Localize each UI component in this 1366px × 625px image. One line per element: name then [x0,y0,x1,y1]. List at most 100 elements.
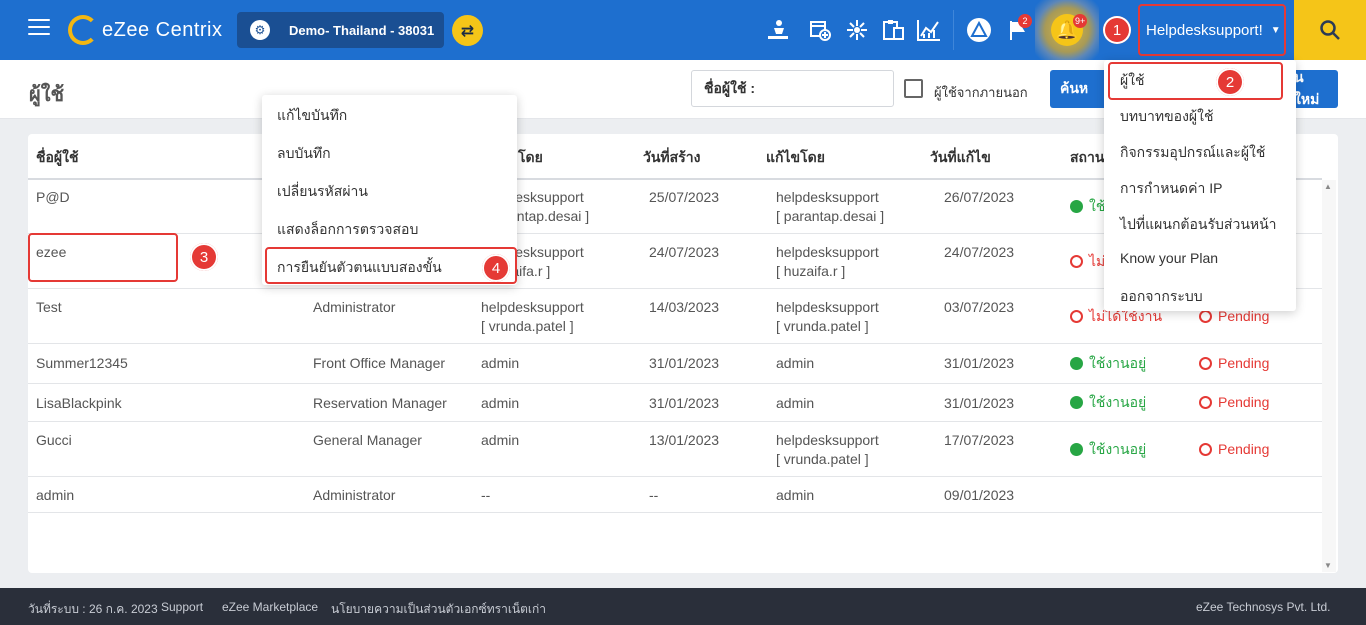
housekeeping-icon[interactable] [764,16,792,44]
status-badge: ไม่ [1070,252,1105,271]
cell-modified-by: admin [776,487,815,503]
row-divider [28,421,1322,422]
auth-status: Pending [1199,393,1269,412]
property-name: Demo- Thailand - 38031 [289,22,435,38]
auth-status: Pending [1199,354,1269,373]
menu-item-delete[interactable]: ลบบันทึก [277,143,331,165]
menu-item-change-password[interactable]: เปลี่ยนรหัสผ่าน [277,181,368,203]
external-users-checkbox[interactable] [904,79,923,98]
username-filter-input[interactable]: ชื่อผู้ใช้ : [691,70,894,107]
annotation-box-ezee [28,233,178,282]
cell-modified-by: helpdesksupport [776,299,879,315]
col-header-modified-date[interactable]: วันที่แก้ไข [930,147,991,169]
cell-created-by-sub: [ vrunda.patel ] [481,318,574,334]
col-header-username[interactable]: ชื่อผู้ใช้ [36,147,78,169]
cell-modified: 03/07/2023 [944,299,1015,315]
col-header-modified-by[interactable]: แก้ไขโดย [766,147,825,169]
bell-badge: 9+ [1073,14,1088,28]
footer-link-marketplace[interactable]: eZee Marketplace [222,600,318,614]
bell-highlight[interactable]: 🔔 9+ [1035,0,1099,60]
scroll-up-icon[interactable]: ▲ [1324,182,1332,191]
cell-username: Summer12345 [36,355,128,371]
topbar-divider [953,10,954,50]
dropdown-item-user-roles[interactable]: บทบาทของผู้ใช้ [1120,106,1213,128]
cell-username: admin [36,487,75,503]
logo-mark-icon [68,15,98,45]
caret-down-icon: ▼ [1270,24,1281,36]
search-icon[interactable] [1294,0,1366,60]
cell-username: Gucci [36,432,72,448]
calendar-add-icon[interactable] [806,16,834,44]
cell-role: Front Office Manager [313,355,446,371]
cell-modified: 09/01/2023 [944,487,1015,503]
property-selector[interactable]: ⚙ Demo- Thailand - 38031 [237,12,444,48]
cell-created-by: admin [481,432,520,448]
filter-label: ชื่อผู้ใช้ : [704,79,756,96]
dropdown-item-device-activity[interactable]: กิจกรรมอุปกรณ์และผู้ใช้ [1120,142,1265,164]
search-button[interactable]: ค้นห [1050,70,1110,108]
row-divider [28,512,1322,513]
logo[interactable]: eZee Centrix [68,14,223,46]
col-header-created-date[interactable]: วันที่สร้าง [643,147,700,169]
menu-item-audit-log[interactable]: แสดงล็อกการตรวจสอบ [277,219,418,241]
network-icon[interactable] [843,16,871,44]
cell-modified-by-sub: [ vrunda.patel ] [776,318,869,334]
user-menu-button[interactable]: Helpdesksupport! ▼ [1138,4,1286,56]
cell-modified-by-sub: [ vrunda.patel ] [776,451,869,467]
row-divider [28,383,1322,384]
top-bar: eZee Centrix ⚙ Demo- Thailand - 38031 ⇄ … [0,0,1366,60]
dropdown-item-logout[interactable]: ออกจากระบบ [1120,286,1203,308]
status-badge: ใช้งานอยู่ [1070,440,1146,459]
footer-link-old-extranet[interactable]: เอกซ์ทราเน็ตเก่า [460,600,546,619]
footer-link-support[interactable]: Support [161,600,203,614]
status-badge: ใช้ [1070,197,1105,216]
cell-modified-by: helpdesksupport [776,189,879,205]
cell-created-by: admin [481,355,520,371]
cell-modified: 31/01/2023 [944,355,1015,371]
cell-username: LisaBlackpink [36,395,122,411]
cell-role: General Manager [313,432,422,448]
external-users-label: ผู้ใช้จากภายนอก [934,85,1028,100]
flag-badge: 2 [1018,14,1032,28]
scroll-down-icon[interactable]: ▼ [1324,561,1332,570]
cell-modified-by: admin [776,355,815,371]
annotation-box-2fa [265,247,517,284]
scrollbar[interactable]: ▲ ▼ [1322,180,1336,572]
clipboard-icon[interactable] [879,16,907,44]
cell-username: Test [36,299,62,315]
callout-1: 1 [1103,16,1131,44]
menu-item-edit[interactable]: แก้ไขบันทึก [277,105,347,127]
cell-modified-by-sub: [ parantap.desai ] [776,208,885,224]
hamburger-menu-icon[interactable] [28,19,50,41]
annotation-box-users [1108,62,1283,100]
cell-created-by: helpdesksupport [481,299,584,315]
cell-modified-by: helpdesksupport [776,244,879,260]
cell-role: Administrator [313,487,396,503]
flag-icon[interactable]: 2 [1004,14,1032,44]
col-header-created-by[interactable]: โดย [518,147,543,169]
cell-created: 31/01/2023 [649,395,720,411]
col-header-status[interactable]: สถาน [1070,147,1104,169]
cell-username: P@D [36,189,70,205]
footer-link-privacy[interactable]: นโยบายความเป็นส่วนตัว [331,600,460,619]
status-badge: ใช้งานอยู่ [1070,393,1146,412]
cell-created-by: admin [481,395,520,411]
dropdown-item-ip-config[interactable]: การกำหนดค่า IP [1120,178,1222,200]
dropdown-item-know-your-plan[interactable]: Know your Plan [1120,250,1218,266]
row-divider [28,343,1322,344]
cell-modified: 31/01/2023 [944,395,1015,411]
cell-created: 13/01/2023 [649,432,720,448]
switch-property-icon[interactable]: ⇄ [452,15,483,46]
status-badge: ใช้งานอยู่ [1070,354,1146,373]
cell-modified-by: helpdesksupport [776,432,879,448]
callout-3: 3 [190,243,218,271]
dropdown-item-front-desk[interactable]: ไปที่แผนกต้อนรับส่วนหน้า [1120,214,1277,236]
cell-created: 31/01/2023 [649,355,720,371]
footer: วันที่ระบบ : 26 ก.ค. 2023 Support eZee M… [0,588,1366,625]
callout-2: 2 [1216,68,1244,96]
reports-chart-icon[interactable] [915,16,943,44]
system-date: วันที่ระบบ : 26 ก.ค. 2023 [28,602,158,616]
alert-triangle-icon[interactable] [965,16,993,44]
cell-modified-by: admin [776,395,815,411]
cell-modified: 26/07/2023 [944,189,1015,205]
